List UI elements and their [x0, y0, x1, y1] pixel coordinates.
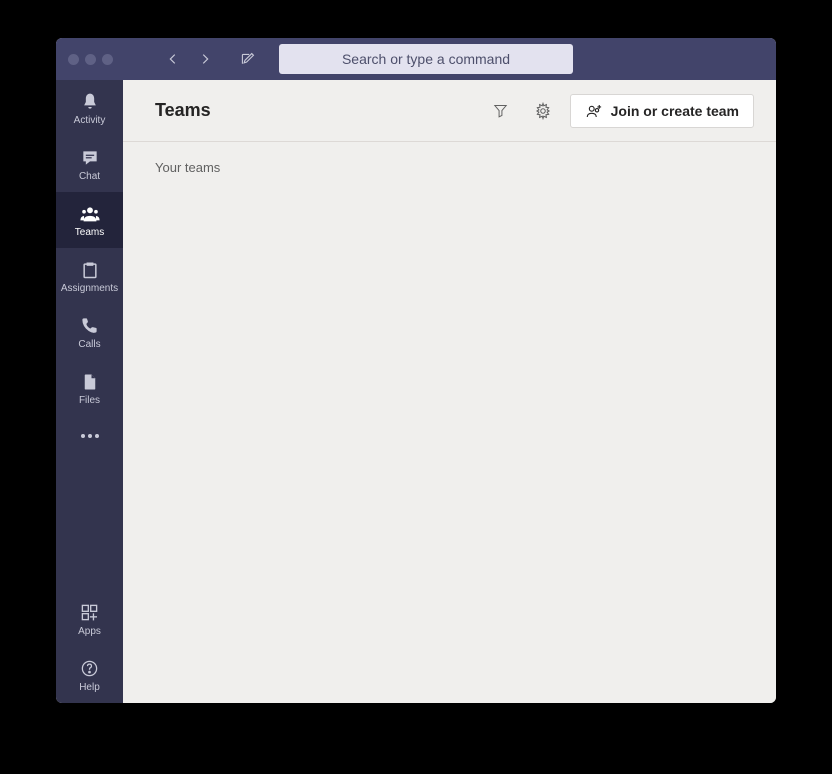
rail-more-button[interactable]	[56, 416, 123, 456]
rail-item-assignments[interactable]: Assignments	[56, 248, 123, 304]
rail-item-activity[interactable]: Activity	[56, 80, 123, 136]
window-dot-maximize[interactable]	[102, 54, 113, 65]
app-rail: Activity Chat Teams Assignments	[56, 80, 123, 703]
join-button-label: Join or create team	[611, 103, 739, 119]
compose-icon	[239, 51, 256, 68]
gear-icon	[534, 102, 552, 120]
rail-label: Help	[79, 682, 100, 693]
forward-button[interactable]	[193, 47, 217, 71]
rail-label: Apps	[78, 626, 101, 637]
settings-button[interactable]	[528, 96, 558, 126]
team-add-icon	[585, 102, 603, 120]
rail-label: Files	[79, 395, 100, 406]
chat-icon	[79, 147, 101, 169]
compose-button[interactable]	[235, 47, 259, 71]
rail-label: Teams	[75, 227, 104, 238]
rail-label: Assignments	[61, 283, 118, 294]
rail-item-teams[interactable]: Teams	[56, 192, 123, 248]
app-window: Search or type a command Activity Chat	[56, 38, 776, 703]
dot-icon	[88, 434, 92, 438]
rail-item-help[interactable]: Help	[56, 647, 123, 703]
window-dot-minimize[interactable]	[85, 54, 96, 65]
title-bar: Search or type a command	[56, 38, 776, 80]
rail-label: Chat	[79, 171, 100, 182]
your-teams-label: Your teams	[155, 160, 744, 175]
rail-item-chat[interactable]: Chat	[56, 136, 123, 192]
main-area: Teams Join or create team Your teams	[123, 80, 776, 703]
file-icon	[79, 371, 101, 393]
search-placeholder: Search or type a command	[342, 51, 510, 67]
filter-icon	[492, 102, 509, 119]
dot-icon	[95, 434, 99, 438]
assignments-icon	[79, 259, 101, 281]
rail-item-apps[interactable]: Apps	[56, 591, 123, 647]
bell-icon	[79, 91, 101, 113]
dot-icon	[81, 434, 85, 438]
chevron-left-icon	[166, 52, 180, 66]
filter-button[interactable]	[486, 96, 516, 126]
page-title: Teams	[155, 100, 474, 121]
rail-label: Activity	[74, 115, 106, 126]
rail-item-calls[interactable]: Calls	[56, 304, 123, 360]
window-dot-close[interactable]	[68, 54, 79, 65]
chevron-right-icon	[198, 52, 212, 66]
content-area: Your teams	[123, 142, 776, 703]
teams-icon	[79, 203, 101, 225]
rail-item-files[interactable]: Files	[56, 360, 123, 416]
phone-icon	[79, 315, 101, 337]
back-button[interactable]	[161, 47, 185, 71]
search-input[interactable]: Search or type a command	[279, 44, 573, 74]
join-or-create-team-button[interactable]: Join or create team	[570, 94, 754, 128]
apps-icon	[79, 602, 101, 624]
main-header: Teams Join or create team	[123, 80, 776, 142]
rail-label: Calls	[78, 339, 100, 350]
help-icon	[79, 658, 101, 680]
